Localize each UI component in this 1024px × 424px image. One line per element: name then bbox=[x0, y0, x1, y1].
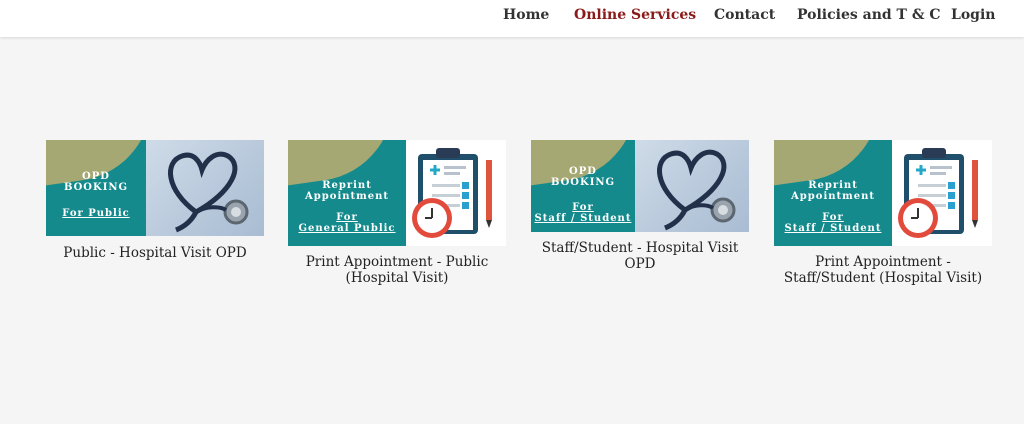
banner-subtitle-line: Staff / Student bbox=[534, 213, 632, 224]
banner-subtitle-line: General Public bbox=[298, 223, 396, 234]
banner-title-line: Appointment bbox=[791, 191, 875, 202]
banner-title-line: BOOKING bbox=[63, 182, 129, 193]
nav-contact[interactable]: Contact bbox=[714, 7, 775, 23]
card-caption[interactable]: Print Appointment - Staff/Student (Hospi… bbox=[774, 254, 992, 286]
banner-subtitle: For Staff / Student bbox=[531, 202, 635, 224]
banner-subtitle: For Staff / Student bbox=[774, 212, 892, 234]
banner-title: Reprint Appointment bbox=[774, 180, 892, 202]
clipboard-clock-icon bbox=[406, 140, 506, 246]
caption-line: Staff/Student - Hospital Visit bbox=[541, 240, 739, 256]
banner-title-line: BOOKING bbox=[550, 177, 616, 188]
nav-policies[interactable]: Policies and T & C bbox=[797, 7, 941, 23]
banner-subtitle: For Public bbox=[46, 208, 146, 219]
service-card-staff-opd[interactable]: OPD BOOKING For Staff / Student Staff/St… bbox=[531, 140, 749, 272]
service-card-reprint-staff[interactable]: Reprint Appointment For Staff / Student bbox=[774, 140, 992, 286]
banner-title-line: Reprint bbox=[808, 180, 858, 191]
banner-title-line: OPD bbox=[569, 166, 597, 177]
banner-text-panel: Reprint Appointment For Staff / Student bbox=[774, 140, 892, 246]
banner-text-panel: OPD BOOKING For Staff / Student bbox=[531, 140, 635, 232]
caption-line: Print Appointment - bbox=[815, 254, 951, 270]
banner-subtitle-line: For bbox=[822, 212, 844, 223]
nav-home[interactable]: Home bbox=[503, 7, 549, 23]
nav-online-services[interactable]: Online Services bbox=[574, 7, 696, 23]
banner-subtitle-line: For bbox=[572, 202, 594, 213]
banner-subtitle-line: For bbox=[336, 212, 358, 223]
card-banner[interactable]: OPD BOOKING For Staff / Student bbox=[531, 140, 749, 232]
caption-line: OPD bbox=[624, 256, 656, 272]
stethoscope-heart-icon bbox=[146, 140, 264, 236]
caption-line: Print Appointment - Public bbox=[305, 254, 489, 270]
top-navigation-bar: Home Online Services Contact Policies an… bbox=[0, 0, 1024, 37]
caption-line: (Hospital Visit) bbox=[345, 270, 449, 286]
banner-subtitle: For General Public bbox=[288, 212, 406, 234]
banner-text-panel: Reprint Appointment For General Public bbox=[288, 140, 406, 246]
banner-subtitle-line: Staff / Student bbox=[784, 223, 882, 234]
card-banner[interactable]: Reprint Appointment For General Public bbox=[288, 140, 506, 246]
stethoscope-heart-icon bbox=[635, 140, 749, 232]
card-banner[interactable]: Reprint Appointment For Staff / Student bbox=[774, 140, 992, 246]
banner-title-line: Appointment bbox=[305, 191, 389, 202]
banner-title: Reprint Appointment bbox=[288, 180, 406, 202]
card-caption[interactable]: Public - Hospital Visit OPD bbox=[46, 245, 264, 261]
caption-line: Staff/Student (Hospital Visit) bbox=[783, 270, 983, 286]
banner-title: OPD BOOKING bbox=[46, 171, 146, 193]
nav-login[interactable]: Login bbox=[951, 7, 995, 23]
card-caption[interactable]: Print Appointment - Public (Hospital Vis… bbox=[288, 254, 506, 286]
banner-title-line: Reprint bbox=[322, 180, 372, 191]
banner-text-panel: OPD BOOKING For Public bbox=[46, 140, 146, 236]
clipboard-clock-icon bbox=[892, 140, 992, 246]
card-caption[interactable]: Staff/Student - Hospital Visit OPD bbox=[531, 240, 749, 272]
caption-line: Public - Hospital Visit OPD bbox=[63, 245, 247, 261]
service-card-public-opd[interactable]: OPD BOOKING For Public Public - Hospital… bbox=[46, 140, 264, 261]
banner-title-line: OPD bbox=[82, 171, 110, 182]
banner-subtitle-line: For Public bbox=[62, 208, 130, 219]
card-banner[interactable]: OPD BOOKING For Public bbox=[46, 140, 264, 236]
service-card-reprint-public[interactable]: Reprint Appointment For General Public P… bbox=[288, 140, 506, 286]
banner-title: OPD BOOKING bbox=[531, 166, 635, 188]
